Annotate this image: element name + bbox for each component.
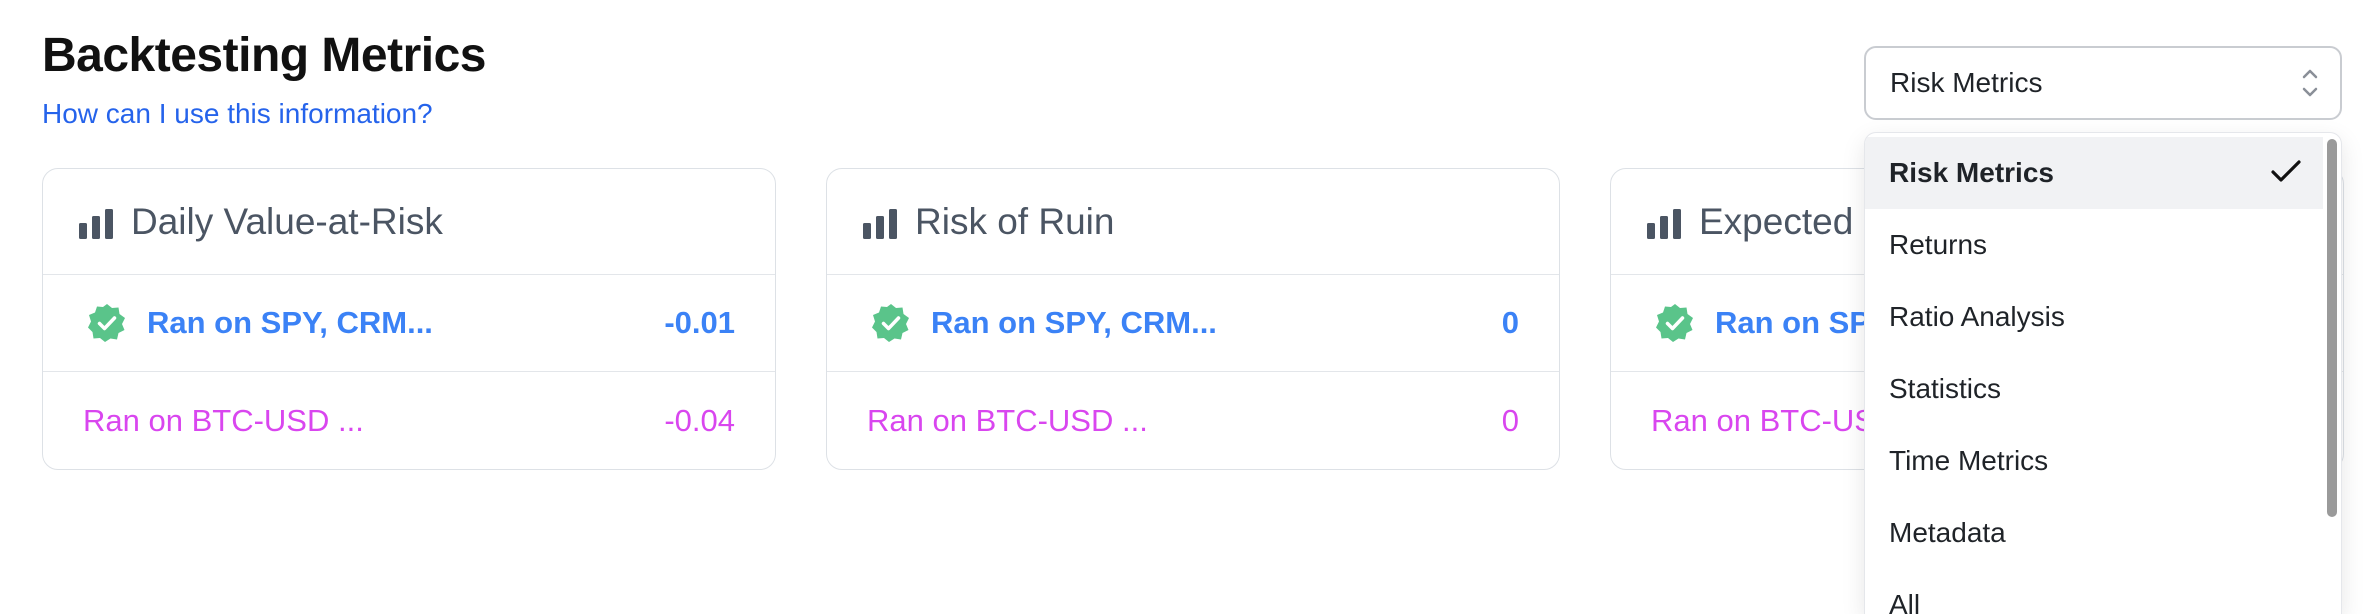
verified-check-icon [872,304,909,342]
page-title: Backtesting Metrics [42,29,487,82]
select-value: Risk Metrics [1890,67,2043,98]
option-time-metrics[interactable]: Time Metrics [1865,425,2341,497]
metric-category-dropdown: Risk Metrics Returns Ratio Analysis Stat… [1864,132,2342,614]
option-label: All [1889,589,1921,614]
run-value-btc: -0.04 [664,402,735,438]
metric-card-daily-var: Daily Value-at-Risk Ran on SPY, CRM... -… [42,168,776,470]
card-header: Daily Value-at-Risk [43,169,775,275]
metric-category-select[interactable]: Risk Metrics [1864,46,2342,120]
run-value-spy: -0.01 [664,305,735,340]
option-metadata[interactable]: Metadata [1865,497,2341,569]
option-ratio-analysis[interactable]: Ratio Analysis [1865,281,2341,353]
option-label: Returns [1889,229,1988,260]
card-title: Risk of Ruin [915,200,1115,242]
run-label-btc[interactable]: Ran on BTC-USD ... [867,403,1148,439]
checkmark-icon [2271,160,2301,182]
run-row-secondary: Ran on BTC-USD ... 0 [827,372,1559,469]
run-row-primary: Ran on SPY, CRM... -0.01 [43,275,775,372]
option-all[interactable]: All [1865,569,2341,614]
run-value-btc: 0 [1501,402,1519,438]
bar-chart-icon [1647,208,1681,239]
option-label: Time Metrics [1889,445,2049,476]
run-label-btc[interactable]: Ran on BTC-USD ... [83,403,364,439]
run-row-primary: Ran on SPY, CRM... 0 [827,275,1559,372]
card-header: Risk of Ruin [827,169,1559,275]
run-label-spy[interactable]: Ran on SPY, CRM... [931,305,1217,341]
option-statistics[interactable]: Statistics [1865,353,2341,425]
verified-check-icon [1656,304,1693,342]
run-row-secondary: Ran on BTC-USD ... -0.04 [43,372,775,469]
bar-chart-icon [863,208,897,239]
dropdown-scrollbar[interactable] [2327,139,2337,517]
backtesting-metrics-page: Backtesting Metrics How can I use this i… [0,0,2380,614]
option-label: Risk Metrics [1889,157,2054,188]
option-returns[interactable]: Returns [1865,209,2341,281]
option-risk-metrics[interactable]: Risk Metrics [1865,137,2323,209]
metric-card-risk-of-ruin: Risk of Ruin Ran on SPY, CRM... 0 Ran on… [826,168,1560,470]
card-title: Daily Value-at-Risk [131,200,443,242]
run-value-spy: 0 [1501,305,1519,340]
run-label-spy[interactable]: Ran on SPY, CRM... [147,305,433,341]
option-label: Statistics [1889,373,2002,404]
option-label: Metadata [1889,517,2006,548]
verified-check-icon [88,304,125,342]
option-label: Ratio Analysis [1889,301,2065,332]
help-link[interactable]: How can I use this information? [42,98,433,130]
chevron-up-down-icon [2302,69,2318,97]
bar-chart-icon [79,208,113,239]
